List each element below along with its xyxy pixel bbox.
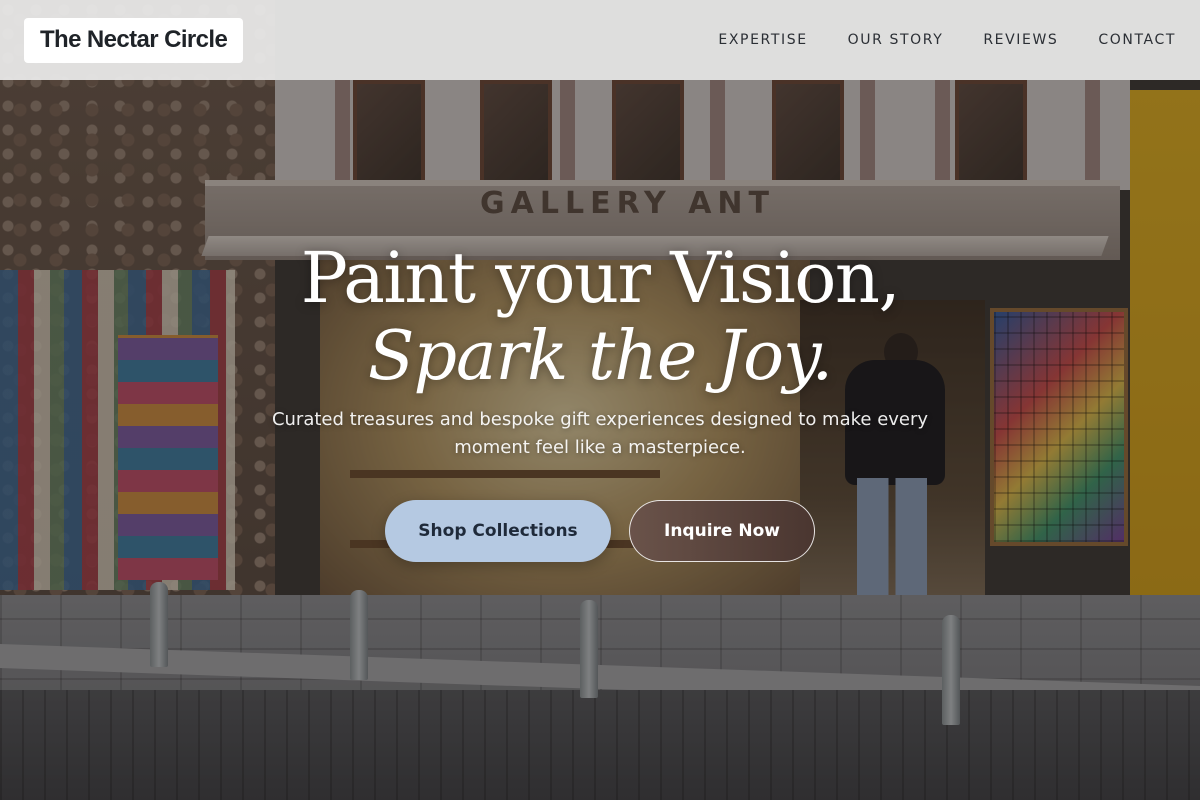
hero-background-photo: GALLERY ANT xyxy=(0,0,1200,800)
nav-link-expertise[interactable]: EXPERTISE xyxy=(718,32,807,48)
nav-link-reviews[interactable]: REVIEWS xyxy=(983,32,1058,48)
main-nav: EXPERTISE OUR STORY REVIEWS CONTACT xyxy=(718,32,1176,48)
hero-title-line2: Spark the Joy. xyxy=(367,317,833,396)
brand-logo[interactable]: The Nectar Circle xyxy=(24,17,244,63)
inquire-now-button[interactable]: Inquire Now xyxy=(629,500,815,562)
hero-cta-group: Shop Collections Inquire Now xyxy=(0,500,1200,562)
site-header: The Nectar Circle EXPERTISE OUR STORY RE… xyxy=(0,0,1200,80)
hero-subtitle: Curated treasures and bespoke gift exper… xyxy=(271,409,929,458)
hero-overlay xyxy=(0,0,1200,800)
hero-title: Paint your Vision, Spark the Joy. xyxy=(0,238,1200,396)
nav-link-contact[interactable]: CONTACT xyxy=(1098,32,1176,48)
nav-link-our-story[interactable]: OUR STORY xyxy=(848,32,944,48)
hero-title-line1: Paint your Vision, xyxy=(300,237,901,319)
shop-collections-button[interactable]: Shop Collections xyxy=(385,500,611,562)
